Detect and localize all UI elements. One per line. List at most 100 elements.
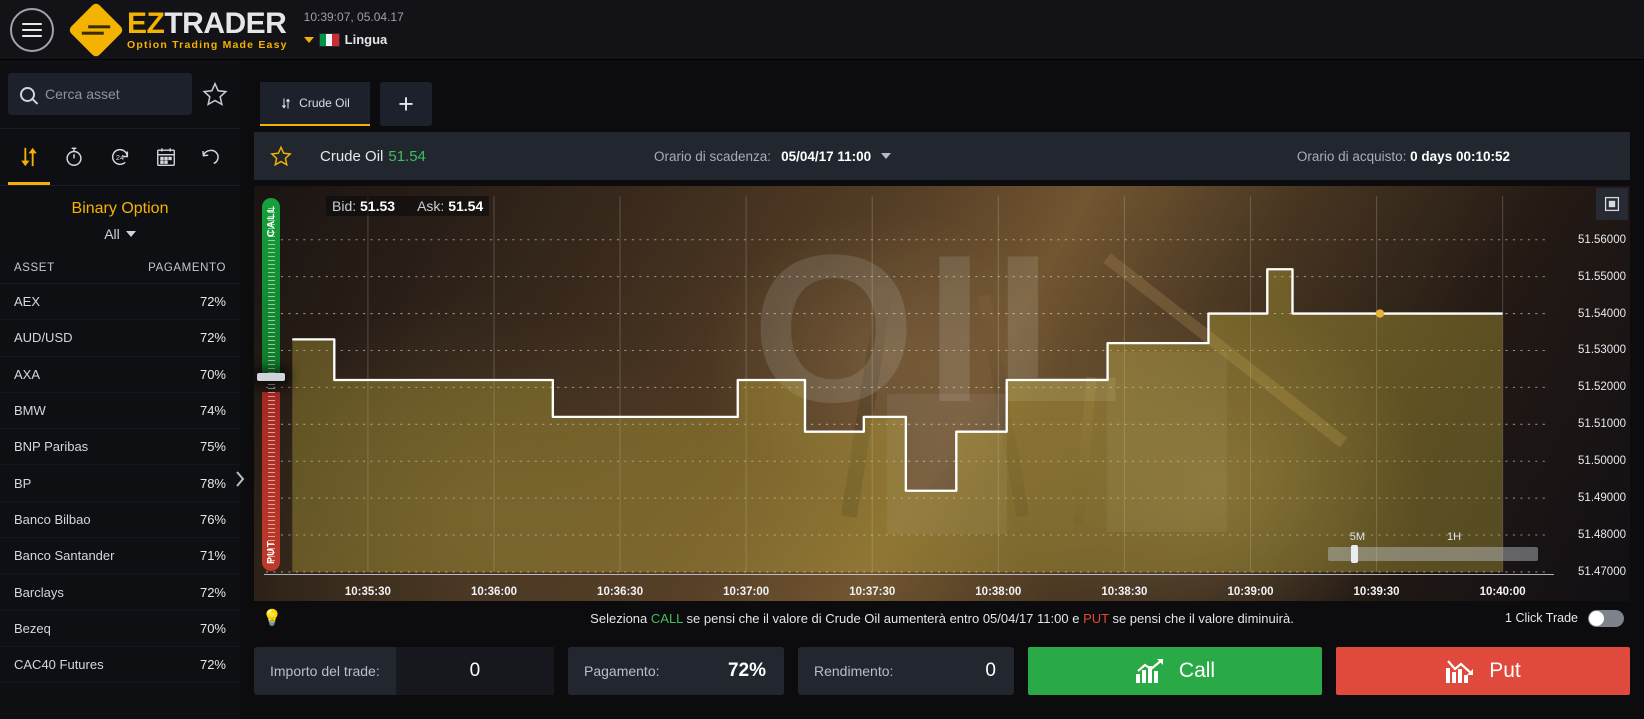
one-click-trade-label: 1 Click Trade [1505, 611, 1578, 625]
sidebar-item-option-plus[interactable]: 24 [101, 129, 139, 185]
x-axis-tick: 10:36:00 [470, 586, 518, 598]
list-item[interactable]: CAC40 Futures 72% [0, 647, 240, 684]
asset-info-bar: Crude Oil 51.54 Orario di scadenza: 05/04… [254, 132, 1630, 180]
asset-filter-label: All [104, 226, 120, 242]
expiry-selector[interactable]: Orario di scadenza: 05/04/17 11:00 [654, 148, 892, 164]
main-area: Crude Oil Crude Oil51.54 Orario di scade… [240, 60, 1644, 719]
asset-row-payout: 75% [199, 439, 226, 455]
asset-row-payout: 78% [199, 475, 226, 491]
hamburger-icon[interactable] [10, 7, 54, 52]
chevron-down-icon [125, 231, 136, 237]
return-label: Rendimento: [814, 663, 894, 679]
asset-row-payout: 72% [199, 584, 226, 600]
search-input[interactable] [45, 86, 180, 102]
asset-row-payout: 74% [199, 403, 226, 419]
asset-row-name: BNP Paribas [14, 439, 89, 455]
favorite-star-icon[interactable] [270, 145, 292, 167]
call-put-slider[interactable]: CALL PUT [257, 198, 285, 571]
trade-panel: 💡 Seleziona CALL se pensi che il valore … [240, 601, 1644, 719]
slider-ticks [268, 208, 275, 561]
tab-crude-oil[interactable]: Crude Oil [260, 82, 370, 126]
put-button-label: Put [1489, 659, 1521, 682]
price-chart[interactable]: OIL Bid: 51.53Ask: 51.54 CALL PUT [254, 186, 1630, 601]
list-item[interactable]: AUD/USD 72% [0, 320, 240, 357]
trade-amount-label: Importo del trade: [270, 663, 380, 679]
column-asset: ASSET [14, 262, 55, 274]
top-bar: EZTRADER Option Trading Made Easy 10:39:… [0, 0, 1644, 60]
sidebar-item-binary-option[interactable] [7, 129, 50, 185]
trade-amount-input[interactable]: 0 [395, 647, 554, 695]
hint-suffix: se pensi che il valore diminuirà. [1108, 610, 1294, 626]
payout-field: Pagamento: 72% [568, 647, 784, 695]
language-selector[interactable]: Lingua [303, 31, 404, 50]
favorites-star-icon[interactable] [198, 81, 232, 107]
logo-trader: TRADER [164, 6, 287, 40]
bid-value: 51.53 [360, 198, 396, 214]
option-type-header: Binary Option All [0, 186, 240, 250]
logo-ez: EZ [127, 6, 165, 40]
asset-row-name: CAC40 Futures [14, 657, 104, 673]
fullscreen-icon[interactable] [1596, 188, 1628, 220]
asset-name: Crude Oil [320, 147, 384, 165]
asset-list-header: ASSET PAGAMENTO [0, 250, 240, 284]
column-payout: PAGAMENTO [148, 262, 226, 274]
chevron-down-icon [303, 37, 314, 44]
clock-language-block: 10:39:07, 05.04.17 Lingua [303, 9, 404, 50]
timeframe-track[interactable] [1328, 545, 1538, 563]
one-click-trade-control[interactable]: 1 Click Trade [1505, 609, 1624, 627]
asset-row-name: BMW [14, 403, 46, 419]
chevron-down-icon [881, 153, 892, 159]
purchase-time: Orario di acquisto: 0 days 00:10:52 [1297, 149, 1510, 164]
asset-row-payout: 72% [199, 330, 226, 346]
list-item[interactable]: Bezeq 70% [0, 611, 240, 647]
ask-value: 51.54 [448, 198, 484, 214]
trade-hint-text: Seleziona CALL se pensi che il valore di… [254, 611, 1630, 626]
x-axis-tick: 10:39:30 [1353, 586, 1400, 598]
asset-row-name: Banco Santander [14, 548, 115, 564]
timeframe-slider[interactable]: 5M 1H [1328, 531, 1538, 563]
one-click-trade-toggle[interactable] [1588, 609, 1624, 627]
list-item[interactable]: Banco Bilbao 76% [0, 502, 240, 539]
asset-price: 51.54 [388, 147, 426, 165]
sidebar-item-short-term[interactable] [55, 129, 93, 185]
put-button[interactable]: Put [1336, 647, 1630, 695]
list-item[interactable]: BNP Paribas 75% [0, 429, 240, 466]
sidebar-item-history[interactable] [192, 129, 230, 185]
expiry-value: 05/04/17 11:00 [781, 148, 872, 164]
asset-list[interactable]: AEX 72% AUD/USD 72% AXA 70% BMW 74% BNP Paribas 7… [0, 284, 240, 719]
x-axis-tick: 10:37:30 [849, 586, 896, 598]
x-axis: 10:35:30 10:36:00 10:36:30 10:37:00 10:37:30… [254, 575, 1630, 601]
logo-diamond-icon [67, 1, 125, 58]
list-item[interactable]: Banco Santander 71% [0, 538, 240, 575]
list-item[interactable]: AXA 70% [0, 357, 240, 393]
timeframe-1h-label[interactable]: 1H [1447, 531, 1461, 543]
call-button[interactable]: Call [1028, 647, 1322, 695]
list-item[interactable]: Barclays 72% [0, 574, 240, 611]
timeframe-thumb[interactable] [1351, 545, 1359, 563]
sidebar-item-long-term[interactable] [147, 129, 185, 185]
asset-row-name: Banco Bilbao [14, 511, 91, 527]
search-icon [20, 86, 35, 102]
asset-filter-dropdown[interactable]: All [104, 226, 136, 242]
list-item[interactable]: AEX 72% [0, 284, 240, 321]
x-axis-tick: 10:38:30 [1101, 586, 1148, 598]
x-axis-tick: 10:40:00 [1479, 586, 1526, 598]
asset-row-payout: 70% [199, 366, 226, 382]
asset-row-payout: 72% [199, 294, 226, 310]
slider-knob[interactable] [257, 373, 285, 382]
purchase-value: 0 days 00:10:52 [1410, 148, 1510, 164]
timeframe-5m-label[interactable]: 5M [1350, 531, 1365, 543]
x-axis-tick: 10:38:00 [975, 586, 1022, 598]
trade-amount-value: 0 [469, 660, 481, 681]
logo-tagline: Option Trading Made Easy [127, 38, 288, 51]
hint-prefix: Seleziona [590, 610, 651, 626]
search-box[interactable] [8, 73, 192, 115]
call-button-label: Call [1178, 659, 1216, 682]
trade-amount-field[interactable]: Importo del trade: 0 [254, 647, 554, 695]
asset-row-name: BP [14, 475, 32, 491]
list-item[interactable]: BMW 74% [0, 393, 240, 430]
list-item[interactable]: BP 78% [0, 465, 240, 502]
x-axis-tick: 10:36:30 [597, 586, 644, 598]
add-tab-button[interactable] [380, 82, 432, 126]
sidebar-collapse-chevron-right-icon[interactable] [228, 462, 252, 496]
